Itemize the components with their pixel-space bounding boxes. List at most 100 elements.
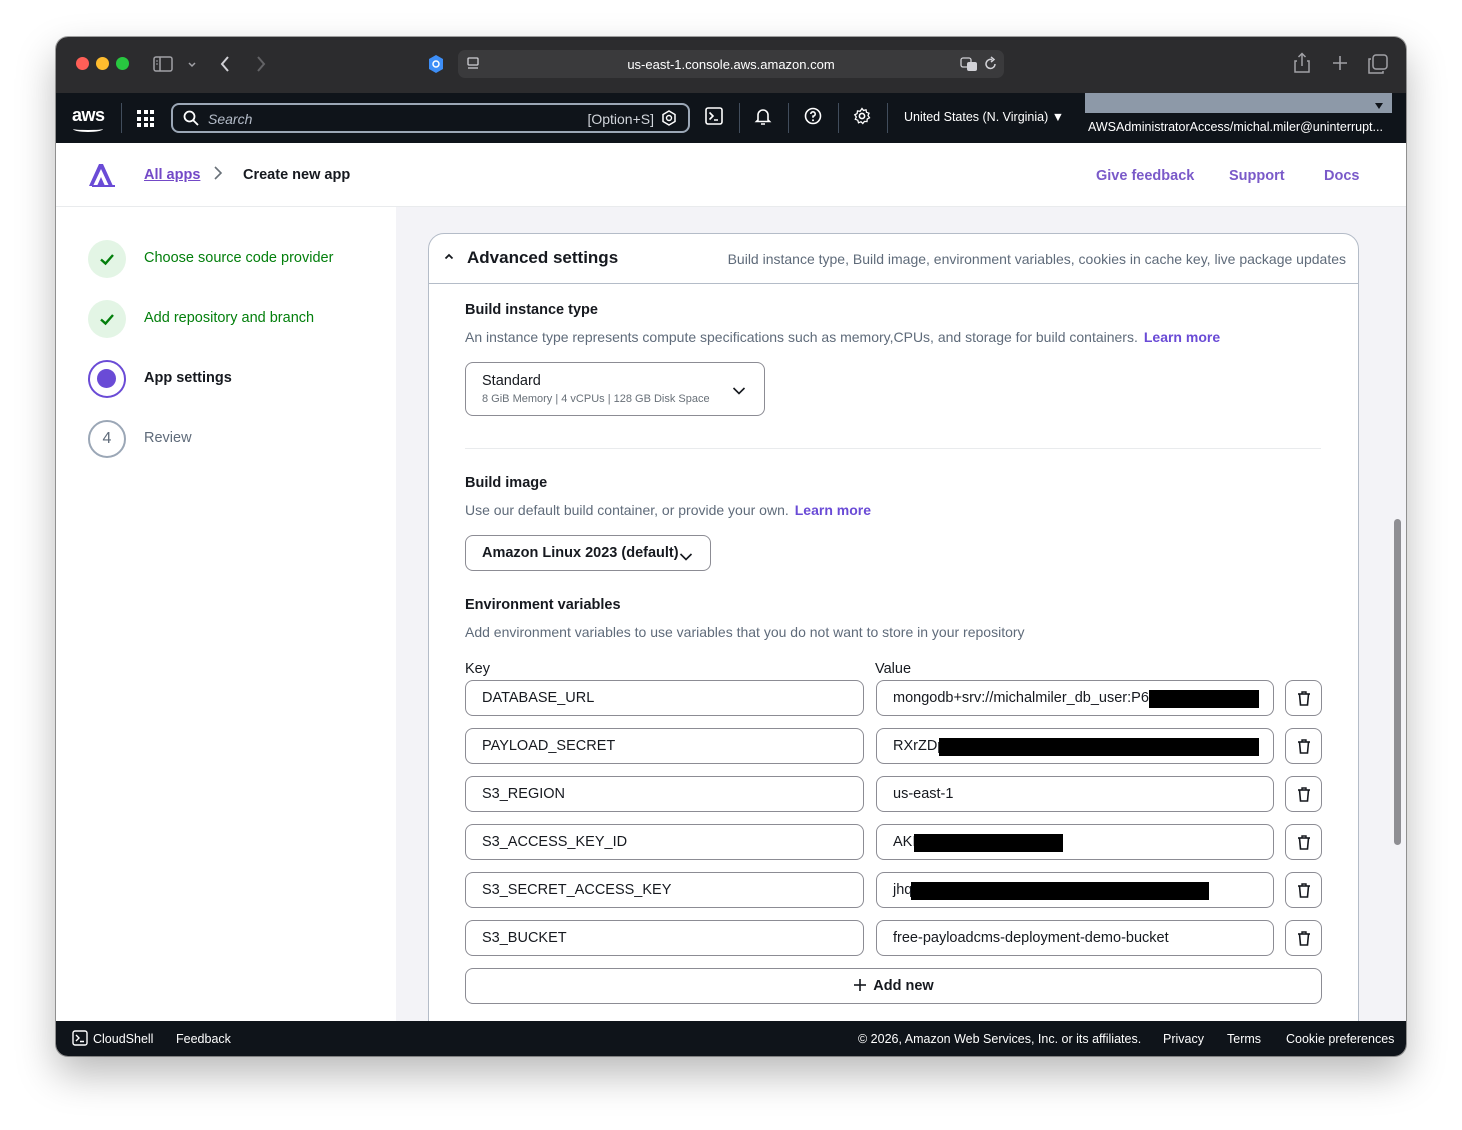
chevron-down-icon	[679, 549, 693, 567]
build-instance-description-text: An instance type represents compute spec…	[465, 329, 1138, 345]
build-image-description-text: Use our default build container, or prov…	[465, 502, 789, 518]
page-scrollbar[interactable]	[1394, 519, 1401, 845]
env-value-text: free-payloadcms-deployment-demo-bucket	[893, 930, 1169, 946]
account-banner[interactable]	[1085, 93, 1392, 113]
cookie-preferences-link[interactable]: Cookie preferences	[1286, 1032, 1394, 1046]
reload-icon[interactable]	[984, 56, 998, 75]
remove-variable-button[interactable]	[1285, 680, 1322, 716]
build-instance-learn-more-link[interactable]: Learn more	[1144, 329, 1220, 345]
help-icon[interactable]	[804, 107, 822, 130]
step-choose-source[interactable]: Choose source code provider	[144, 250, 333, 266]
step-number-badge: 4	[88, 420, 126, 458]
privacy-link[interactable]: Privacy	[1163, 1032, 1204, 1046]
add-variable-button[interactable]: Add new	[465, 968, 1322, 1004]
terms-link[interactable]: Terms	[1227, 1032, 1261, 1046]
env-value-input[interactable]: mongodb+srv://michalmiler_db_user:P6	[876, 680, 1274, 716]
redaction-bar	[911, 882, 1209, 900]
env-key-input[interactable]: PAYLOAD_SECRET	[465, 728, 864, 764]
cloudshell-icon[interactable]	[705, 107, 723, 130]
plus-icon	[854, 979, 867, 991]
address-bar[interactable]: us-east-1.console.aws.amazon.com	[458, 50, 1004, 78]
region-selector[interactable]: United States (N. Virginia) ▼	[904, 110, 1064, 124]
aws-console-nav: aws Search [Option+S] United States (N. …	[56, 93, 1406, 143]
env-key-input[interactable]: S3_ACCESS_KEY_ID	[465, 824, 864, 860]
env-value-input[interactable]: RXrZDp	[876, 728, 1274, 764]
tab-overview-icon[interactable]	[1368, 54, 1388, 79]
nav-divider	[838, 103, 839, 133]
services-menu-icon[interactable]	[137, 110, 154, 127]
redaction-bar	[939, 738, 1259, 756]
env-value-text: us-east-1	[893, 786, 954, 802]
build-instance-select[interactable]: Standard 8 GiB Memory | 4 vCPUs | 128 GB…	[465, 362, 765, 416]
section-divider	[465, 448, 1321, 449]
privacy-shield-icon[interactable]	[427, 54, 445, 79]
search-input[interactable]: Search [Option+S]	[171, 103, 690, 133]
env-key-input[interactable]: S3_SECRET_ACCESS_KEY	[465, 872, 864, 908]
nav-divider	[739, 103, 740, 133]
build-image-learn-more-link[interactable]: Learn more	[795, 502, 871, 518]
env-key-text: DATABASE_URL	[482, 690, 595, 706]
cloudshell-icon[interactable]	[72, 1030, 88, 1049]
build-image-selected: Amazon Linux 2023 (default)	[482, 545, 679, 561]
env-value-input[interactable]: AKI	[876, 824, 1274, 860]
amazon-q-icon[interactable]	[661, 110, 677, 131]
step-add-repository[interactable]: Add repository and branch	[144, 310, 314, 326]
advanced-settings-header[interactable]: Advanced settings Build instance type, B…	[429, 234, 1358, 284]
chevron-down-icon	[732, 383, 746, 401]
aws-logo[interactable]: aws	[72, 105, 105, 126]
give-feedback-link[interactable]: Give feedback	[1096, 168, 1194, 184]
remove-variable-button[interactable]	[1285, 872, 1322, 908]
remove-variable-button[interactable]	[1285, 728, 1322, 764]
cloudshell-link[interactable]: CloudShell	[93, 1032, 153, 1046]
breadcrumb-separator-icon	[213, 165, 223, 186]
share-icon[interactable]	[1294, 52, 1310, 79]
feedback-link[interactable]: Feedback	[176, 1032, 231, 1046]
build-instance-detail: 8 GiB Memory | 4 vCPUs | 128 GB Disk Spa…	[482, 393, 710, 405]
advanced-settings-description: Build instance type, Build image, enviro…	[727, 251, 1346, 267]
pane-divider	[396, 207, 428, 1021]
remove-variable-button[interactable]	[1285, 776, 1322, 812]
advanced-settings-panel: Advanced settings Build instance type, B…	[428, 233, 1359, 1033]
env-key-input[interactable]: DATABASE_URL	[465, 680, 864, 716]
build-image-description: Use our default build container, or prov…	[465, 502, 871, 518]
aws-logo-smile	[73, 126, 103, 132]
env-key-text: S3_ACCESS_KEY_ID	[482, 834, 628, 850]
step-complete-icon	[88, 240, 126, 278]
remove-variable-button[interactable]	[1285, 920, 1322, 956]
search-placeholder: Search	[208, 111, 253, 127]
translate-icon[interactable]	[960, 56, 978, 75]
forward-icon[interactable]	[255, 54, 267, 79]
env-vars-description: Add environment variables to use variabl…	[465, 624, 1025, 640]
new-tab-icon[interactable]	[1332, 55, 1348, 76]
env-value-input[interactable]: us-east-1	[876, 776, 1274, 812]
env-value-text: mongodb+srv://michalmiler_db_user:P6	[893, 690, 1149, 706]
trash-icon	[1298, 931, 1310, 946]
app-header: All apps Create new app Give feedback Su…	[56, 143, 1406, 207]
build-image-select[interactable]: Amazon Linux 2023 (default)	[465, 535, 711, 571]
step-app-settings: App settings	[144, 370, 232, 386]
account-menu[interactable]: AWSAdministratorAccess/michal.miler@unin…	[1088, 120, 1390, 134]
close-window-button[interactable]	[76, 57, 89, 70]
env-value-input[interactable]: jhq	[876, 872, 1274, 908]
settings-gear-icon[interactable]	[853, 107, 871, 130]
chevron-down-icon[interactable]	[187, 57, 197, 75]
env-value-input[interactable]: free-payloadcms-deployment-demo-bucket	[876, 920, 1274, 956]
remove-variable-button[interactable]	[1285, 824, 1322, 860]
sidebar-toggle-icon[interactable]	[153, 56, 173, 77]
notifications-bell-icon[interactable]	[754, 107, 772, 130]
redaction-bar	[914, 834, 1063, 852]
back-icon[interactable]	[219, 54, 231, 79]
env-key-input[interactable]: S3_REGION	[465, 776, 864, 812]
minimize-window-button[interactable]	[96, 57, 109, 70]
amplify-logo-icon[interactable]	[88, 163, 116, 192]
trash-icon	[1298, 883, 1310, 898]
docs-link[interactable]: Docs	[1324, 168, 1359, 184]
breadcrumb-all-apps[interactable]: All apps	[144, 167, 200, 183]
step-current-icon	[88, 360, 126, 398]
chevron-up-icon[interactable]	[443, 250, 455, 268]
env-key-input[interactable]: S3_BUCKET	[465, 920, 864, 956]
maximize-window-button[interactable]	[116, 57, 129, 70]
add-variable-label: Add new	[873, 978, 934, 994]
env-vars-title: Environment variables	[465, 597, 621, 613]
support-link[interactable]: Support	[1229, 168, 1285, 184]
